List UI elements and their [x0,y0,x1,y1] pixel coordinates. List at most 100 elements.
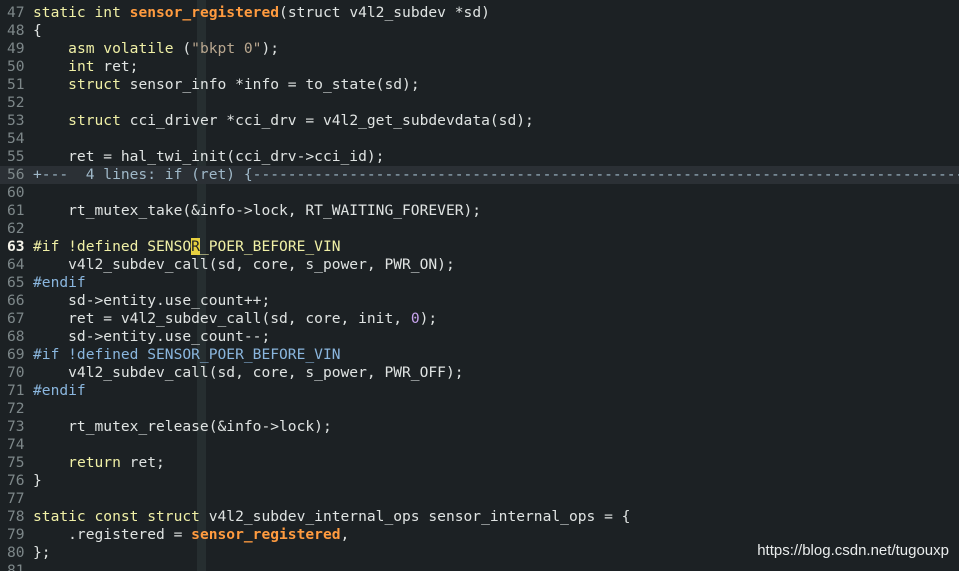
line-number: 52 [7,94,25,111]
line-number: 69 [7,346,25,363]
code-line[interactable]: 73 rt_mutex_release(&info->lock); [0,418,959,436]
line-number: 65 [7,274,25,291]
line-number: 68 [7,328,25,345]
text-cursor: R [191,238,200,255]
line-number: 75 [7,454,25,471]
code-token: 0 [410,310,420,327]
line-number: 55 [7,148,25,165]
code-line[interactable]: 55 ret = hal_twi_init(cci_drv->cci_id); [0,148,959,166]
line-number: 48 [7,22,25,39]
code-token: rt_mutex_release(&info->lock); [33,418,332,435]
watermark: https://blog.csdn.net/tugouxp [757,542,949,559]
code-line[interactable]: 62 [0,220,959,238]
code-line[interactable]: 76} [0,472,959,490]
line-number: 66 [7,292,25,309]
line-number: 61 [7,202,25,219]
line-number: 47 [7,4,25,21]
line-number: 49 [7,40,25,57]
code-line[interactable]: 65 #endif [0,274,959,292]
code-line[interactable]: 71 #endif [0,382,959,400]
code-line[interactable]: 66 sd->entity.use_count++; [0,292,959,310]
code-token: cci_driver *cci_drv = v4l2_get_subdevdat… [120,112,534,129]
code-line[interactable]: 54 [0,130,959,148]
code-editor[interactable]: 47 static int sensor_registered(struct v4… [0,0,959,571]
line-number: 74 [7,436,25,453]
code-line[interactable]: 51 struct sensor_info *info = to_state(s… [0,76,959,94]
code-token: ret = v4l2_subdev_call(sd, core, init, [33,310,411,327]
code-token: sensor_info *info = to_state(sd); [120,76,420,93]
code-token: sensor_registered [191,526,341,543]
code-token: .registered = [33,526,192,543]
line-number: 63 [7,238,25,255]
line-number: 53 [7,112,25,129]
code-line[interactable]: 81 [0,562,959,571]
line-number: 70 [7,364,25,381]
code-line[interactable]: 78 static const struct v4l2_subdev_intern… [0,508,959,526]
code-token: sd->entity.use_count--; [33,328,271,345]
code-token: }; [33,544,51,561]
line-number: 51 [7,76,25,93]
line-number: 81 [7,562,25,571]
code-token: "bkpt 0" [191,40,262,57]
code-line[interactable]: 60 [0,184,959,202]
code-line[interactable]: 49 asm volatile ("bkpt 0"); [0,40,959,58]
code-token: struct [68,112,121,129]
code-token: ret; [120,454,165,471]
code-line[interactable]: 74 [0,436,959,454]
code-line[interactable]: 68 sd->entity.use_count--; [0,328,959,346]
code-token: asm volatile [68,40,174,57]
code-token: struct [68,76,121,93]
code-line[interactable]: 52 [0,94,959,112]
code-line[interactable]: 69 #if !defined SENSOR_POER_BEFORE_VIN [0,346,959,364]
code-token: ( [173,40,192,57]
line-number: 71 [7,382,25,399]
code-token: v4l2_subdev_call(sd, core, s_power, PWR_… [33,256,455,273]
code-token: static const struct [33,508,200,525]
line-number: 77 [7,490,25,507]
line-number: 67 [7,310,25,327]
code-line[interactable]: 77 [0,490,959,508]
line-number: 78 [7,508,25,525]
code-token: sensor_registered [129,4,280,21]
code-token: ); [419,310,438,327]
code-line[interactable]: 50 int ret; [0,58,959,76]
code-token: ); [261,40,280,57]
line-number: 64 [7,256,25,273]
code-token: int [68,58,95,75]
code-token: rt_mutex_take(&info->lock, RT_WAITING_FO… [33,202,482,219]
line-number: 56 [7,166,25,183]
code-token: v4l2_subdev_internal_ops sensor_internal… [199,508,631,525]
line-number: 62 [7,220,25,237]
code-token: ret; [94,58,139,75]
code-line[interactable]: 47 static int sensor_registered(struct v4… [0,4,959,22]
code-token: (struct v4l2_subdev *sd) [279,4,490,21]
code-token: #if !defined SENSOR_POER_BEFORE_VIN [33,346,341,363]
code-line[interactable]: 64 v4l2_subdev_call(sd, core, s_power, P… [0,256,959,274]
code-line[interactable]: 48 { [0,22,959,40]
code-line[interactable]: 75 return ret; [0,454,959,472]
line-number: 72 [7,400,25,417]
fold-line[interactable]: 56 +--- 4 lines: if (ret) {--------------… [0,166,959,184]
code-token: { [33,22,42,39]
code-line[interactable]: 53 struct cci_driver *cci_drv = v4l2_get… [0,112,959,130]
code-token: v4l2_subdev_call(sd, core, s_power, PWR_… [33,364,464,381]
code-token: static int [33,4,130,21]
line-number: 80 [7,544,25,561]
code-token: _POER_BEFORE_VIN [199,238,341,255]
code-token: sd->entity.use_count++; [33,292,271,309]
code-token: +--- 4 lines: if (ret) {----------------… [33,166,959,183]
code-line[interactable]: 61 rt_mutex_take(&info->lock, RT_WAITING… [0,202,959,220]
code-line[interactable]: 63 #if !defined SENSOR_POER_BEFORE_VIN [0,238,959,256]
code-token: , [340,526,350,543]
code-line[interactable]: 72 [0,400,959,418]
code-token: #if !defined SENSO [33,238,192,255]
line-number: 76 [7,472,25,489]
code-line[interactable]: 70 v4l2_subdev_call(sd, core, s_power, P… [0,364,959,382]
code-line[interactable]: 67 ret = v4l2_subdev_call(sd, core, init… [0,310,959,328]
line-number: 60 [7,184,25,201]
code-token: #endif [33,382,86,399]
